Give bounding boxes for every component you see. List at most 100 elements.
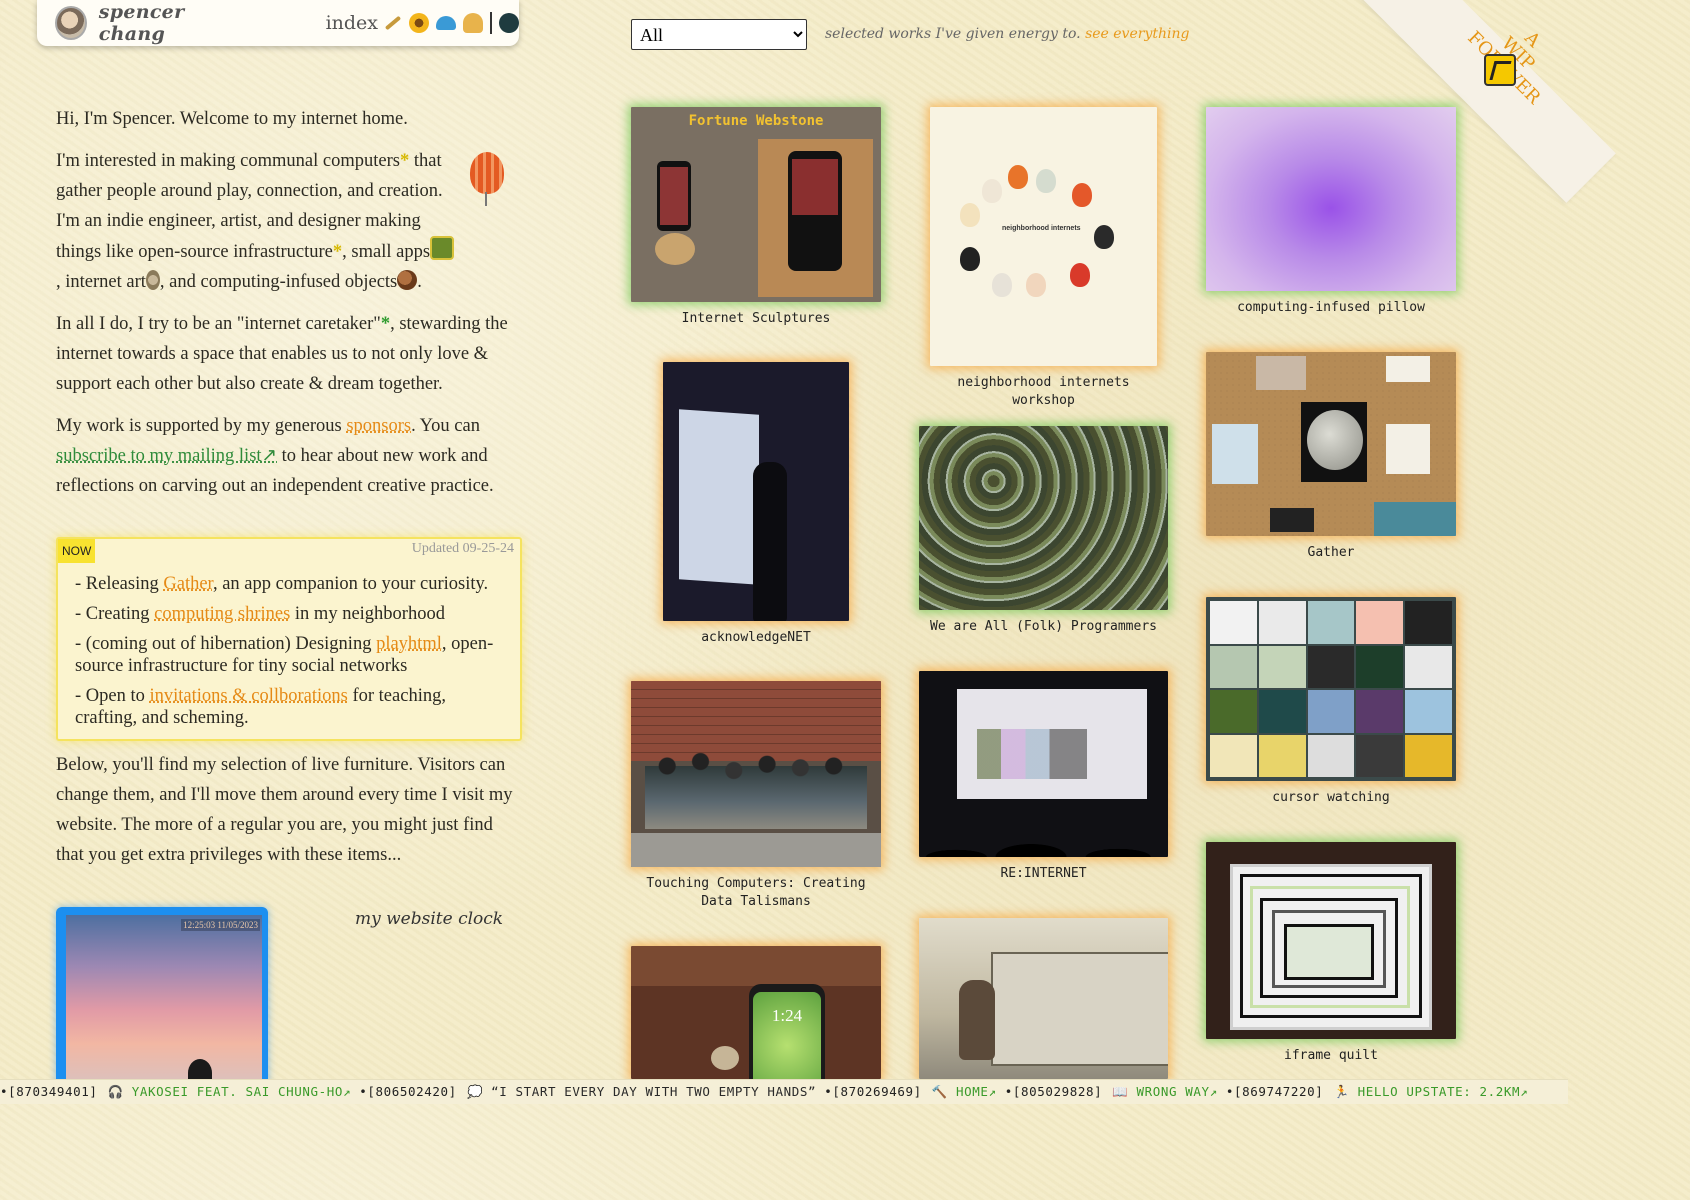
website-clock[interactable]: 12:25:03 11/05/2023 [56, 907, 268, 1087]
work-caption[interactable]: Gather [1206, 544, 1456, 562]
app-icon[interactable] [430, 236, 455, 260]
grid-cell [1307, 601, 1355, 644]
work-thumbnail[interactable] [919, 426, 1168, 610]
work-card-internet-sculptures[interactable]: Fortune Webstone Internet Sculptures [631, 107, 881, 328]
now-item: - (coming out of hibernation) Designing … [75, 633, 506, 677]
grid-cell [1307, 734, 1355, 777]
ticker-text[interactable]: YAKOSEI FEAT. SAI CHUNG-HO↗ [124, 1084, 360, 1099]
work-thumbnail[interactable] [663, 362, 849, 621]
intro-text: , and computing-infused objects [159, 272, 398, 292]
work-thumbnail[interactable] [631, 681, 881, 867]
grid-cell [1356, 690, 1404, 733]
work-thumbnail[interactable] [1206, 352, 1456, 536]
sponsors-link[interactable]: sponsors [346, 416, 411, 436]
gather-link[interactable]: Gather [163, 574, 213, 594]
work-caption[interactable]: Touching Computers: Creating Data Talism… [631, 875, 881, 911]
work-thumbnail[interactable] [1206, 597, 1456, 781]
cap-icon[interactable] [436, 16, 456, 30]
star-footnote[interactable]: * [381, 314, 390, 334]
work-thumbnail[interactable] [919, 671, 1168, 857]
work-card-pillow[interactable]: computing-infused pillow [1206, 107, 1456, 317]
book-icon: 📖 [1112, 1084, 1129, 1099]
see-everything-link[interactable]: see everything [1085, 26, 1189, 42]
work-caption[interactable]: We are All (Folk) Programmers [919, 618, 1168, 636]
work-thumbnail[interactable]: 1:24 [631, 946, 881, 1079]
work-caption[interactable]: RE:INTERNET [919, 865, 1168, 883]
work-caption[interactable]: acknowledgeNET [663, 629, 849, 647]
invitations-link[interactable]: invitations & collborations [150, 686, 348, 706]
now-tag: NOW [58, 539, 96, 563]
work-caption[interactable]: cursor watching [1206, 789, 1456, 807]
site-name[interactable]: spencer chang [99, 1, 246, 45]
ticker-item: •[806502420] 💭 “I START EVERY DAY WITH T… [359, 1084, 824, 1099]
magic-wand-icon[interactable] [384, 15, 402, 31]
lantern-icon [1026, 273, 1046, 297]
lantern-toy[interactable] [470, 152, 504, 194]
water-image [1374, 502, 1456, 536]
nav-index-link[interactable]: index [326, 12, 378, 34]
works-filter-select[interactable]: All [631, 19, 807, 50]
work-thumbnail[interactable] [1206, 842, 1456, 1039]
note-image [1256, 356, 1306, 390]
speech-bubble-icon: 💭 [466, 1084, 484, 1099]
bus-image [991, 952, 1168, 1066]
note-image [1212, 424, 1258, 484]
intro-paragraph-3: In all I do, I try to be an "internet ca… [56, 309, 520, 399]
star-footnote[interactable]: * [400, 151, 409, 171]
work-caption[interactable]: neighborhood internets workshop [930, 374, 1157, 410]
internet-art-icon[interactable] [145, 270, 160, 290]
person-icon[interactable] [463, 13, 483, 33]
work-card-phone[interactable]: 1:24 [631, 946, 881, 1079]
intro-section: Hi, I'm Spencer. Welcome to my internet … [56, 104, 520, 513]
now-item: - Open to invitations & collborations fo… [75, 685, 506, 729]
work-caption[interactable]: computing-infused pillow [1206, 299, 1456, 317]
projection-screen [957, 689, 1147, 799]
lantern-icon [960, 203, 980, 227]
thumb-text: neighborhood internets [1002, 225, 1081, 232]
audience-silhouettes [919, 807, 1168, 857]
intro-text: . You can [411, 416, 480, 436]
ticker-id: •[869747220] [1225, 1084, 1332, 1099]
work-thumbnail[interactable]: neighborhood internets [930, 107, 1157, 366]
work-card-surf[interactable] [919, 918, 1168, 1079]
stone-image [711, 1046, 739, 1070]
playhtml-link[interactable]: playhtml [376, 634, 442, 654]
sunflower-icon[interactable] [409, 13, 429, 33]
work-caption[interactable]: iframe quilt [1206, 1047, 1456, 1065]
grid-cell [1210, 690, 1257, 733]
avatar[interactable] [55, 6, 87, 40]
ticker-text[interactable]: HOME↗ [948, 1084, 1005, 1099]
intro-text: , small apps [342, 242, 431, 262]
work-thumbnail[interactable] [1206, 107, 1456, 291]
lantern-icon [1036, 169, 1056, 193]
now-text: - Creating [75, 604, 155, 624]
ticker-item: •[870269469] 🔨 HOME↗ [824, 1084, 1005, 1099]
object-icon[interactable] [397, 270, 418, 290]
work-card-iframe-quilt[interactable]: iframe quilt [1206, 842, 1456, 1065]
construction-icon[interactable] [1484, 54, 1516, 86]
work-card-folk-programmers[interactable]: We are All (Folk) Programmers [919, 426, 1168, 636]
star-footnote[interactable]: * [333, 242, 342, 262]
work-card-neighborhood-internets[interactable]: neighborhood internets neighborhood inte… [930, 107, 1157, 410]
now-item: - Releasing Gather, an app companion to … [75, 573, 506, 595]
ticker-text[interactable]: WRONG WAY↗ [1128, 1084, 1226, 1099]
dark-mode-toggle-icon[interactable] [499, 13, 519, 33]
work-thumbnail[interactable] [919, 918, 1168, 1079]
clock-timestamp: 12:25:03 11/05/2023 [181, 919, 260, 931]
mailing-list-link[interactable]: subscribe to my mailing list↗ [56, 446, 277, 466]
live-furniture-intro: Below, you'll find my selection of live … [56, 750, 520, 870]
work-card-touching-computers[interactable]: Touching Computers: Creating Data Talism… [631, 681, 881, 911]
work-card-re-internet[interactable]: RE:INTERNET [919, 671, 1168, 883]
fortune-cookie-image [655, 233, 695, 265]
header-card: spencer chang index [37, 0, 519, 46]
grid-cell [1405, 734, 1452, 777]
work-card-cursor-watching[interactable]: cursor watching [1206, 597, 1456, 807]
work-card-gather[interactable]: Gather [1206, 352, 1456, 562]
work-card-acknowledgenet[interactable]: acknowledgeNET [663, 362, 849, 647]
grid-cell [1210, 734, 1257, 777]
ticker-text: “I START EVERY DAY WITH TWO EMPTY HANDS” [482, 1084, 825, 1099]
work-caption[interactable]: Internet Sculptures [631, 310, 881, 328]
work-thumbnail[interactable]: Fortune Webstone [631, 107, 881, 302]
ticker-text[interactable]: HELLO UPSTATE: 2.2KM↗ [1350, 1084, 1529, 1099]
computing-shrines-link[interactable]: computing shrines [154, 604, 290, 624]
